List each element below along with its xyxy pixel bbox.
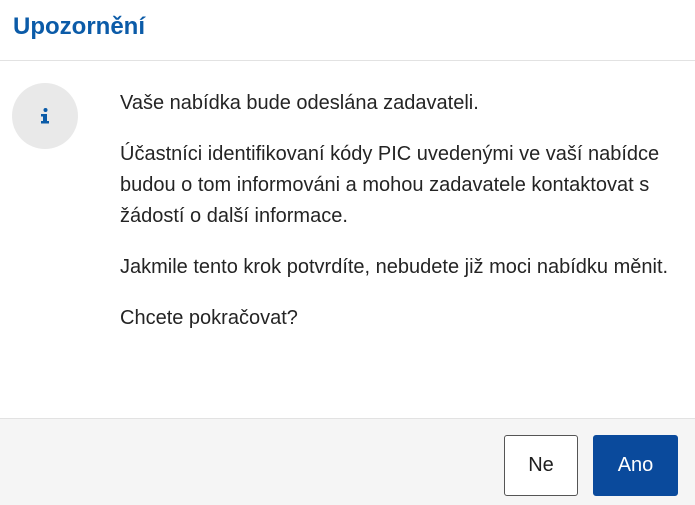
dialog-header: Upozornění bbox=[0, 0, 695, 61]
message-paragraph-question: Chcete pokračovat? bbox=[120, 307, 298, 329]
info-glyph-icon bbox=[41, 108, 49, 124]
dialog-body: Vaše nabídka bude odeslána zadavateli. Ú… bbox=[0, 61, 695, 418]
message-paragraph-participants: Účastníci identifikovaní kódy PIC uveden… bbox=[120, 143, 660, 227]
confirmation-dialog: Upozornění Vaše nabídka bude odeslána za… bbox=[0, 0, 695, 505]
yes-button[interactable]: Ano bbox=[593, 435, 678, 496]
message-paragraph-sent: Vaše nabídka bude odeslána zadavateli. bbox=[120, 92, 479, 114]
message-paragraph-warning: Jakmile tento krok potvrdíte, nebudete j… bbox=[120, 256, 669, 278]
no-button[interactable]: Ne bbox=[504, 435, 578, 496]
dialog-title: Upozornění bbox=[13, 13, 145, 40]
info-icon bbox=[12, 83, 78, 149]
dialog-message: Vaše nabídka bude odeslána zadavateli. Ú… bbox=[120, 88, 680, 354]
dialog-footer: Ne Ano bbox=[0, 418, 695, 505]
